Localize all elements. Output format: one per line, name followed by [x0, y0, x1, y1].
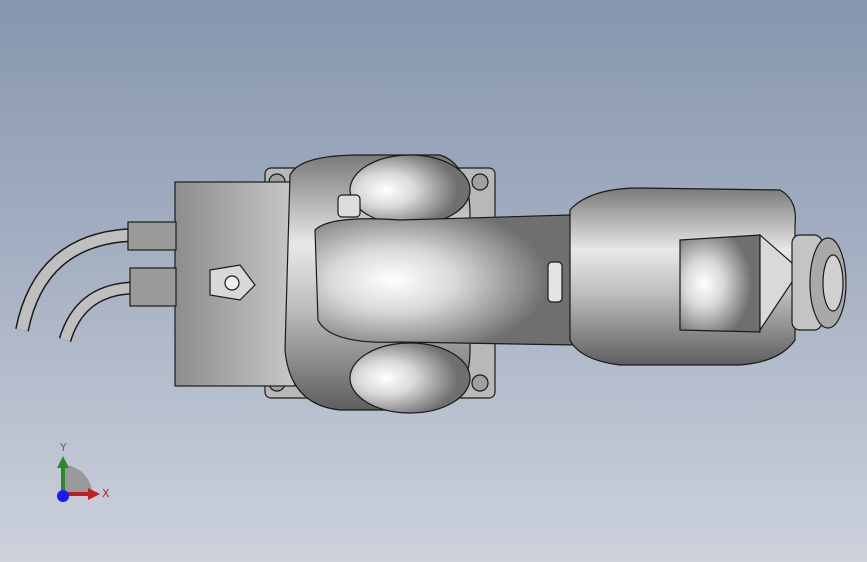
cad-viewport[interactable]: [0, 0, 867, 562]
forearm-housing: [569, 187, 801, 366]
y-axis-label: Y: [60, 441, 67, 454]
coordinate-triad-icon: [57, 456, 100, 502]
upper-arm: [314, 214, 576, 346]
connector-box: [127, 181, 296, 387]
robot-arm-model[interactable]: [15, 154, 847, 414]
x-axis-label: X: [102, 487, 110, 500]
cable-lower: [58, 281, 133, 343]
tool-flange: [791, 234, 847, 331]
